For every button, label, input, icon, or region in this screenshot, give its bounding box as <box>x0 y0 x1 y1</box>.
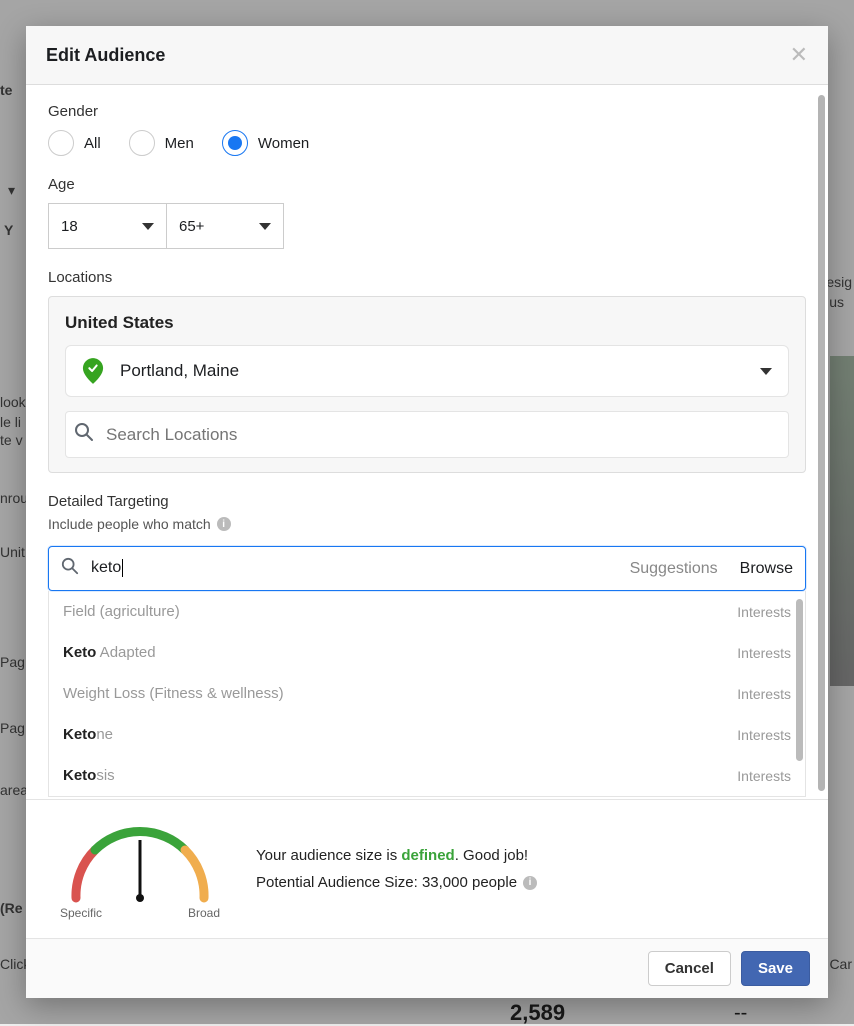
dropdown-item-category: Interests <box>737 768 791 784</box>
modal-scrollbar[interactable] <box>818 95 825 791</box>
age-min-value: 18 <box>61 218 78 235</box>
radio-icon <box>222 130 248 156</box>
caret-down-icon <box>259 223 271 230</box>
text-cursor <box>122 559 123 577</box>
gender-radio-row: All Men Women <box>48 130 806 156</box>
search-icon <box>61 557 79 580</box>
suggestions-link[interactable]: Suggestions <box>630 560 718 578</box>
caret-down-icon <box>142 223 154 230</box>
detailed-search-input[interactable]: keto <box>91 559 618 577</box>
gauge-specific-label: Specific <box>60 906 102 920</box>
modal-actions: Cancel Save <box>26 938 828 998</box>
dropdown-item-label: Ketone <box>63 726 113 743</box>
detailed-targeting-section: Detailed Targeting Include people who ma… <box>48 493 806 797</box>
radio-label: All <box>84 135 101 152</box>
locations-section: Locations United States Portland, Maine <box>48 269 806 473</box>
detailed-label: Detailed Targeting <box>48 493 806 510</box>
close-button[interactable]: ✕ <box>790 42 808 68</box>
dropdown-item[interactable]: Weight Loss (Fitness & wellness) Interes… <box>49 673 805 714</box>
location-pin-icon <box>82 358 104 384</box>
age-min-select[interactable]: 18 <box>48 203 166 249</box>
detailed-search-box[interactable]: keto Suggestions Browse <box>48 546 806 591</box>
dropdown-item-label: Weight Loss (Fitness & wellness) <box>63 685 284 702</box>
audience-text: Your audience size is defined. Good job!… <box>256 847 804 891</box>
gender-radio-all[interactable]: All <box>48 130 101 156</box>
modal-body: Gender All Men Women Age <box>26 85 828 799</box>
detailed-subtitle: Include people who match i <box>48 516 806 532</box>
search-locations-box[interactable] <box>65 411 789 458</box>
age-section: Age 18 65+ <box>48 176 806 249</box>
gender-label: Gender <box>48 103 806 120</box>
dropdown-item-category: Interests <box>737 727 791 743</box>
browse-link[interactable]: Browse <box>740 560 793 578</box>
detailed-subtitle-text: Include people who match <box>48 516 211 532</box>
gender-radio-women[interactable]: Women <box>222 130 309 156</box>
gender-radio-men[interactable]: Men <box>129 130 194 156</box>
age-max-select[interactable]: 65+ <box>166 203 284 249</box>
gauge-icon <box>60 818 220 908</box>
detailed-dropdown: Field (agriculture) Interests Keto Adapt… <box>48 591 806 797</box>
dropdown-item-category: Interests <box>737 604 791 620</box>
radio-icon <box>129 130 155 156</box>
audience-size-footer: Specific Broad Your audience size is def… <box>26 799 828 938</box>
modal-title: Edit Audience <box>46 45 790 66</box>
radio-label: Men <box>165 135 194 152</box>
gender-section: Gender All Men Women <box>48 103 806 156</box>
dropdown-item[interactable]: Keto Adapted Interests <box>49 632 805 673</box>
dropdown-item-label: Field (agriculture) <box>63 603 180 620</box>
dropdown-item[interactable]: Ketosis Interests <box>49 755 805 796</box>
save-button[interactable]: Save <box>741 951 810 986</box>
radio-icon <box>48 130 74 156</box>
dropdown-item-category: Interests <box>737 686 791 702</box>
info-icon[interactable]: i <box>523 876 537 890</box>
edit-audience-modal: Edit Audience ✕ Gender All Men Women <box>26 26 828 998</box>
age-row: 18 65+ <box>48 203 806 249</box>
cancel-button[interactable]: Cancel <box>648 951 731 986</box>
gauge-labels: Specific Broad <box>60 906 220 920</box>
age-label: Age <box>48 176 806 193</box>
dropdown-item[interactable]: Field (agriculture) Interests <box>49 591 805 632</box>
gauge-broad-label: Broad <box>188 906 220 920</box>
location-country-label: United States <box>65 313 789 333</box>
caret-down-icon <box>760 368 772 375</box>
potential-size-line: Potential Audience Size: 33,000 people i <box>256 874 804 891</box>
info-icon[interactable]: i <box>217 517 231 531</box>
location-text: Portland, Maine <box>120 361 740 381</box>
dropdown-item-category: Interests <box>737 645 791 661</box>
modal-header: Edit Audience ✕ <box>26 26 828 85</box>
dropdown-item-label: Keto Adapted <box>63 644 156 661</box>
search-icon <box>74 422 94 447</box>
search-locations-input[interactable] <box>106 425 780 445</box>
radio-label: Women <box>258 135 309 152</box>
audience-size-line: Your audience size is defined. Good job! <box>256 847 804 864</box>
audience-defined-word: defined <box>401 847 454 864</box>
location-chip[interactable]: Portland, Maine <box>65 345 789 397</box>
dropdown-item[interactable]: Ketone Interests <box>49 714 805 755</box>
gauge-wrap: Specific Broad <box>50 818 230 920</box>
locations-box: United States Portland, Maine <box>48 296 806 473</box>
locations-label: Locations <box>48 269 806 286</box>
dropdown-item-label: Ketosis <box>63 767 115 784</box>
age-max-value: 65+ <box>179 218 204 235</box>
dropdown-scrollbar[interactable] <box>796 599 803 761</box>
